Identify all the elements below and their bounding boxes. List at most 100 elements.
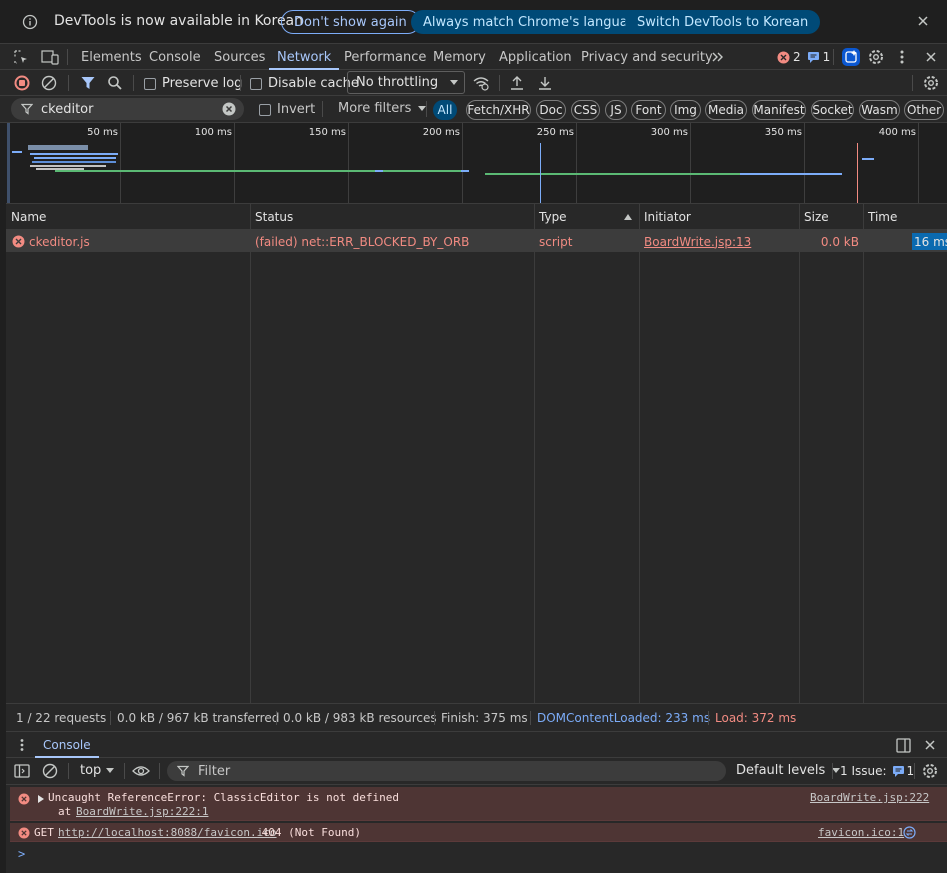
language-infobar: DevTools is now available in Korean Don'… bbox=[0, 0, 947, 44]
column-status[interactable]: Status bbox=[250, 204, 534, 230]
inspect-element-icon[interactable] bbox=[13, 49, 29, 65]
disable-cache-box[interactable] bbox=[250, 77, 262, 90]
throttling-select[interactable]: No throttling bbox=[347, 71, 465, 94]
tab-privacy-security[interactable]: Privacy and security bbox=[581, 44, 713, 70]
clear-icon[interactable] bbox=[41, 75, 57, 91]
chip-wasm[interactable]: Wasm bbox=[859, 100, 900, 120]
log-levels-label: Default levels bbox=[736, 763, 826, 778]
chip-all[interactable]: All bbox=[433, 100, 457, 120]
chip-img[interactable]: Img bbox=[670, 100, 701, 120]
chip-doc[interactable]: Doc bbox=[536, 100, 566, 120]
column-size[interactable]: Size bbox=[799, 204, 863, 230]
tab-application[interactable]: Application bbox=[499, 44, 572, 70]
tab-network[interactable]: Network bbox=[268, 44, 340, 70]
import-har-icon[interactable] bbox=[509, 75, 525, 91]
close-devtools-icon[interactable] bbox=[924, 50, 938, 64]
dock-drawer-icon[interactable] bbox=[896, 738, 911, 753]
drawer-tab-console[interactable]: Console bbox=[43, 738, 91, 752]
chip-fetch-xhr[interactable]: Fetch/XHR bbox=[466, 100, 531, 120]
network-toolbar: Preserve log Disable cache No throttling bbox=[0, 70, 947, 96]
dom-content-loaded-time: DOMContentLoaded: 233 ms bbox=[537, 711, 711, 725]
network-settings-icon[interactable] bbox=[922, 74, 940, 92]
log-levels-dropdown[interactable]: Default levels bbox=[736, 763, 841, 778]
chip-manifest[interactable]: Manifest bbox=[752, 100, 806, 120]
console-settings-icon[interactable] bbox=[921, 762, 939, 780]
export-har-icon[interactable] bbox=[537, 75, 553, 91]
tab-console[interactable]: Console bbox=[149, 44, 201, 70]
finish-time: Finish: 375 ms bbox=[441, 711, 528, 725]
table-row[interactable]: ckeditor.js (failed) net::ERR_BLOCKED_BY… bbox=[6, 231, 947, 252]
row-initiator-link[interactable]: BoardWrite.jsp:13 bbox=[644, 231, 751, 252]
network-conditions-icon[interactable] bbox=[472, 75, 490, 91]
tab-elements[interactable]: Elements bbox=[81, 44, 142, 70]
chip-media[interactable]: Media bbox=[705, 100, 747, 120]
row-time: 16 ms bbox=[912, 233, 947, 250]
ai-assistance-icon[interactable] bbox=[841, 47, 861, 67]
clear-console-icon[interactable] bbox=[42, 763, 58, 779]
disable-cache-checkbox[interactable]: Disable cache bbox=[250, 76, 359, 91]
preserve-log-box[interactable] bbox=[144, 77, 156, 90]
always-match-language-button[interactable]: Always match Chrome's language bbox=[411, 10, 656, 34]
issues-counter[interactable]: 1 Issue: 1 bbox=[840, 764, 914, 778]
settings-icon[interactable] bbox=[867, 48, 885, 66]
invert-checkbox[interactable]: Invert bbox=[259, 102, 315, 117]
console-filter-placeholder: Filter bbox=[198, 763, 231, 779]
chip-js[interactable]: JS bbox=[605, 100, 627, 120]
close-infobar-icon[interactable] bbox=[916, 14, 930, 28]
error-counter[interactable]: 2 1 bbox=[777, 50, 830, 64]
error-source-link[interactable]: BoardWrite.jsp:222 bbox=[810, 791, 929, 804]
more-options-icon[interactable] bbox=[899, 49, 905, 65]
sort-ascending-icon bbox=[624, 214, 632, 220]
error-icon bbox=[18, 827, 30, 839]
expand-triangle-icon[interactable] bbox=[38, 795, 44, 803]
console-sidebar-icon[interactable] bbox=[14, 763, 30, 779]
preserve-log-checkbox[interactable]: Preserve log bbox=[144, 76, 242, 91]
column-name[interactable]: Name bbox=[6, 204, 250, 230]
tab-memory[interactable]: Memory bbox=[433, 44, 486, 70]
console-filter-input[interactable]: Filter bbox=[167, 761, 726, 781]
network-request-icon[interactable] bbox=[903, 826, 916, 839]
throttling-value: No throttling bbox=[356, 75, 439, 90]
error-text: Uncaught ReferenceError: ClassicEditor i… bbox=[48, 791, 399, 804]
switch-to-korean-button[interactable]: Switch DevTools to Korean bbox=[625, 10, 821, 34]
tab-performance[interactable]: Performance bbox=[344, 44, 426, 70]
issue-icon bbox=[807, 51, 820, 63]
column-time[interactable]: Time bbox=[863, 204, 947, 230]
device-toolbar-icon[interactable] bbox=[41, 49, 59, 65]
load-time: Load: 372 ms bbox=[715, 711, 797, 725]
filter-input[interactable]: ckeditor bbox=[11, 98, 244, 120]
search-icon[interactable] bbox=[107, 75, 123, 91]
live-expression-eye-icon[interactable] bbox=[132, 764, 150, 778]
column-initiator[interactable]: Initiator bbox=[639, 204, 799, 230]
dont-show-again-button[interactable]: Don't show again bbox=[281, 10, 420, 34]
more-tabs-icon[interactable] bbox=[711, 50, 725, 64]
stack-location-link[interactable]: BoardWrite.jsp:222:1 bbox=[76, 805, 208, 818]
row-status: (failed) net::ERR_BLOCKED_BY_ORB bbox=[255, 234, 470, 249]
console-prompt[interactable]: > bbox=[18, 847, 25, 861]
requests-count: 1 / 22 requests bbox=[16, 711, 107, 725]
close-drawer-icon[interactable] bbox=[923, 738, 937, 752]
chip-other[interactable]: Other bbox=[904, 100, 944, 120]
drawer-header: Console bbox=[6, 731, 947, 758]
chip-socket[interactable]: Socket bbox=[811, 100, 854, 120]
error-icon bbox=[18, 793, 30, 805]
request-url-link[interactable]: http://localhost:8088/favicon.ico bbox=[58, 826, 277, 839]
error-count: 2 bbox=[793, 50, 801, 64]
more-filters-dropdown[interactable]: More filters bbox=[338, 101, 427, 116]
request-source-link[interactable]: favicon.ico:1 bbox=[818, 826, 904, 839]
context-selector[interactable]: top bbox=[80, 763, 115, 778]
chip-font[interactable]: Font bbox=[631, 100, 666, 120]
network-summary-bar: 1 / 22 requests 0.0 kB / 967 kB transfer… bbox=[6, 703, 947, 731]
drawer-menu-icon[interactable] bbox=[19, 738, 25, 752]
chip-css[interactable]: CSS bbox=[571, 100, 600, 120]
row-type: script bbox=[539, 234, 573, 249]
filter-toggle-icon[interactable] bbox=[80, 75, 96, 91]
stop-recording-icon[interactable] bbox=[13, 74, 31, 92]
clear-filter-icon[interactable] bbox=[222, 102, 236, 116]
issues-label: 1 Issue: bbox=[840, 764, 887, 778]
tab-sources[interactable]: Sources bbox=[214, 44, 265, 70]
invert-box[interactable] bbox=[259, 103, 271, 116]
issue-icon bbox=[892, 765, 905, 777]
row-name[interactable]: ckeditor.js bbox=[29, 231, 90, 252]
network-overview[interactable]: 50 ms 100 ms 150 ms 200 ms 250 ms 300 ms… bbox=[0, 123, 947, 204]
